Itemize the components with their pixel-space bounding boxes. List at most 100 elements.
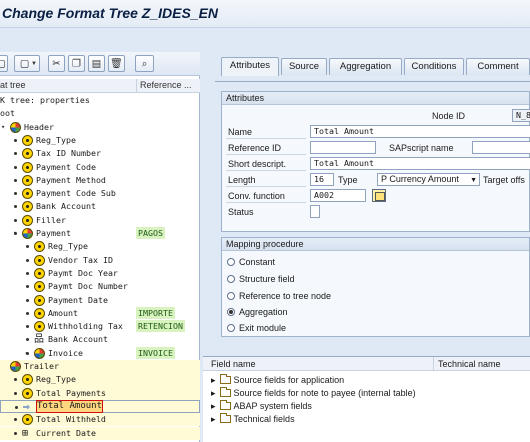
- tree-connector-dot: [14, 192, 17, 196]
- list-item[interactable]: ▸ Source fields for application: [211, 374, 344, 387]
- expand-arrow-icon[interactable]: ▸: [211, 414, 216, 424]
- tree-node[interactable]: Payment Code Sub: [0, 187, 200, 200]
- tree-node[interactable]: ⇨ Total Amount: [0, 399, 200, 413]
- tree-connector-dot: [15, 405, 18, 409]
- column-field-name[interactable]: Field name: [211, 359, 256, 369]
- tree-connector-dot: [14, 391, 17, 395]
- tree-node[interactable]: K tree: properties: [0, 94, 200, 107]
- length-input[interactable]: 16: [310, 173, 334, 186]
- expand-arrow-icon[interactable]: ▸: [25, 347, 29, 360]
- tree-node[interactable]: Tax ID Number: [0, 147, 200, 160]
- tree-node[interactable]: Payment Date: [0, 294, 200, 307]
- reference-id-input[interactable]: [310, 141, 376, 154]
- tree-node-label: Withholding Tax: [48, 321, 123, 332]
- tree-node[interactable]: 品 Bank Account: [0, 333, 200, 346]
- doc-button[interactable]: ▢: [0, 55, 8, 72]
- tab-conditions[interactable]: Conditions: [404, 58, 464, 75]
- list-item[interactable]: ▸ Source fields for note to payee (intern…: [211, 387, 416, 400]
- conv-function-label: Conv. function: [228, 191, 285, 201]
- column-format-tree[interactable]: at tree: [0, 80, 26, 90]
- type-label: Type: [338, 175, 358, 185]
- cut-button[interactable]: ✂: [48, 55, 65, 72]
- structure-icon: ⊞: [22, 427, 29, 439]
- tree-node[interactable]: ▾ Header: [0, 121, 200, 134]
- expand-arrow-icon[interactable]: ▸: [211, 401, 216, 411]
- tree-node[interactable]: Payment Method: [0, 174, 200, 187]
- collapse-arrow-icon[interactable]: ▾: [1, 121, 5, 134]
- name-input[interactable]: Total Amount: [310, 125, 530, 138]
- tree-node[interactable]: Total Payments: [0, 386, 200, 400]
- expand-arrow-icon[interactable]: ▸: [211, 388, 216, 398]
- node-element-icon: [22, 214, 33, 226]
- delete-button[interactable]: 🗑: [108, 55, 125, 72]
- radio-constant[interactable]: [227, 258, 235, 266]
- tree-node[interactable]: Reg_Type: [0, 240, 200, 253]
- conv-function-input[interactable]: A002: [310, 189, 366, 202]
- node-group-icon: [10, 121, 21, 133]
- tree-node[interactable]: Amount IMPORTE: [0, 306, 200, 320]
- tree-node[interactable]: ▸ Invoice INVOICE: [0, 346, 200, 360]
- conv-function-label-box: Conv. function: [226, 189, 306, 203]
- tree-node[interactable]: Payment Code: [0, 161, 200, 174]
- find-button[interactable]: ⌕: [135, 55, 154, 72]
- tree-node-label: Total Payments: [36, 387, 106, 398]
- tree-connector-dot: [26, 311, 29, 315]
- value-help-icon[interactable]: [372, 189, 386, 202]
- tree-node[interactable]: Bank Account: [0, 200, 200, 213]
- title-bar: Change Format Tree Z_IDES_EN: [0, 0, 530, 28]
- binoculars-icon: ⌕: [141, 58, 148, 69]
- tab-source[interactable]: Source: [281, 58, 327, 75]
- sapscript-name-input[interactable]: [472, 141, 530, 154]
- tree-node-label: Payment: [36, 228, 71, 238]
- tree-node[interactable]: Reg_Type: [0, 373, 200, 387]
- tree-node-label: Payment Code Sub: [36, 188, 116, 199]
- create-button[interactable]: ▢ ▼: [14, 55, 40, 72]
- node-group-icon: [10, 361, 21, 372]
- tree-connector-dot: [14, 431, 17, 435]
- details-pane: Attributes Source Aggregation Conditions…: [203, 52, 530, 442]
- type-select[interactable]: P Currency Amount ▼: [377, 173, 480, 186]
- tree-node-label: Invoice: [48, 347, 83, 358]
- collapse-arrow-icon[interactable]: ▾: [13, 227, 17, 240]
- tree-node[interactable]: Trailer: [0, 360, 200, 374]
- tree-node[interactable]: Filler: [0, 214, 200, 227]
- node-element-icon: [34, 307, 45, 319]
- tree-node[interactable]: ▾ Payment PAGOS: [0, 227, 200, 240]
- paste-button[interactable]: ▤: [88, 55, 105, 72]
- radio-reference-label: Reference to tree node: [239, 291, 332, 301]
- column-reference[interactable]: Reference ...: [136, 79, 200, 93]
- tree-node[interactable]: Reg_Type: [0, 134, 200, 147]
- tab-comment[interactable]: Comment: [466, 58, 530, 75]
- tree-node[interactable]: Vendor Tax ID: [0, 254, 200, 267]
- length-label-box: Length: [226, 173, 306, 187]
- radio-aggregation[interactable]: [227, 308, 235, 316]
- list-item[interactable]: ▸ Technical fields: [211, 413, 295, 426]
- short-descr-label: Short descript.: [228, 159, 287, 169]
- copy-button[interactable]: ❐: [68, 55, 85, 72]
- short-descr-input[interactable]: Total Amount: [310, 157, 530, 170]
- tree-node[interactable]: Paymt Doc Year: [0, 267, 200, 280]
- tab-attributes[interactable]: Attributes: [221, 57, 279, 76]
- column-technical-name[interactable]: Technical name: [433, 357, 530, 371]
- expand-arrow-icon[interactable]: ▸: [211, 375, 216, 385]
- arrow-right-icon: ⇨: [23, 399, 30, 413]
- tree-node[interactable]: Total Withheld: [0, 413, 200, 427]
- tree-node-label: Reg_Type: [36, 374, 76, 385]
- tree-node-label: Total Amount: [35, 399, 104, 413]
- tree-node[interactable]: oot: [0, 107, 200, 120]
- list-item[interactable]: ▸ ABAP system fields: [211, 400, 312, 413]
- radio-structure-field[interactable]: [227, 275, 235, 283]
- tree-node[interactable]: Paymt Doc Number: [0, 280, 200, 293]
- source-fields-header: Field name Technical name: [203, 357, 530, 371]
- tree-node[interactable]: Withholding Tax RETENCION: [0, 320, 200, 333]
- tab-aggregation[interactable]: Aggregation: [329, 58, 402, 75]
- tree-node-label: Payment Code: [36, 161, 96, 172]
- tree-node[interactable]: ⊞ Current Date: [0, 426, 200, 440]
- radio-reference-to-tree-node[interactable]: [227, 292, 235, 300]
- document-icon: ▢: [0, 58, 6, 69]
- status-input[interactable]: [310, 205, 320, 218]
- node-element-icon: [22, 201, 33, 213]
- radio-exit-module[interactable]: [227, 324, 235, 332]
- tree-toolbar: ▢ ▢ ▼ ✂ ❐ ▤ 🗑 ⌕: [0, 52, 200, 76]
- copy-icon: ❐: [72, 58, 81, 69]
